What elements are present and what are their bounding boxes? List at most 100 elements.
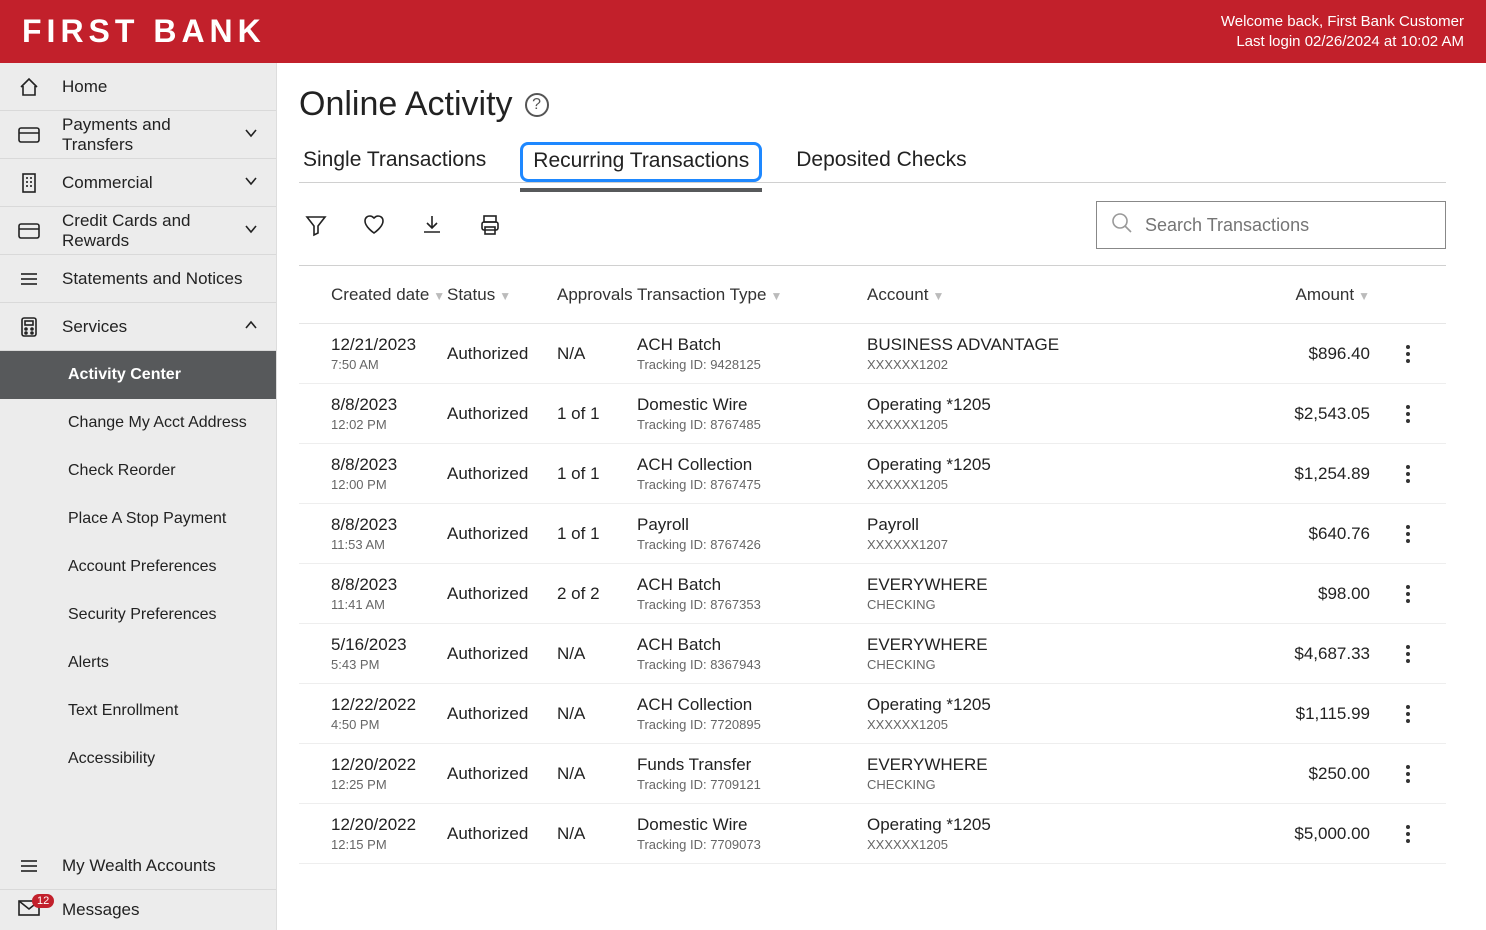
txn-account-sub: CHECKING: [867, 777, 1187, 792]
col-type[interactable]: Transaction Type▼: [637, 285, 867, 305]
txn-approvals: 2 of 2: [557, 584, 637, 604]
sidebar-sub-place-a-stop-payment[interactable]: Place A Stop Payment: [0, 495, 276, 543]
col-approvals[interactable]: Approvals: [557, 285, 637, 305]
search-box[interactable]: [1096, 201, 1446, 249]
txn-account: EVERYWHERE: [867, 575, 1187, 595]
txn-date: 12/22/2022: [331, 695, 447, 715]
sidebar-sub-account-preferences[interactable]: Account Preferences: [0, 543, 276, 591]
table-row[interactable]: 8/8/202312:00 PMAuthorized1 of 1ACH Coll…: [299, 444, 1446, 504]
table-row[interactable]: 12/22/20224:50 PMAuthorizedN/AACH Collec…: [299, 684, 1446, 744]
txn-date: 12/20/2022: [331, 755, 447, 775]
txn-account: Operating *1205: [867, 695, 1187, 715]
col-status[interactable]: Status▼: [447, 285, 557, 305]
txn-status: Authorized: [447, 704, 557, 724]
txn-approvals: 1 of 1: [557, 404, 637, 424]
txn-approvals: N/A: [557, 644, 637, 664]
table-row[interactable]: 8/8/202311:41 AMAuthorized2 of 2ACH Batc…: [299, 564, 1446, 624]
txn-account: Operating *1205: [867, 455, 1187, 475]
toolbar: [299, 201, 1446, 266]
sidebar-item-messages[interactable]: 12 Messages: [0, 890, 276, 930]
sidebar-sub-alerts[interactable]: Alerts: [0, 639, 276, 687]
txn-type: ACH Batch: [637, 335, 867, 355]
table-row[interactable]: 12/20/202212:15 PMAuthorizedN/ADomestic …: [299, 804, 1446, 864]
row-actions-icon[interactable]: [1378, 705, 1438, 723]
txn-approvals: N/A: [557, 344, 637, 364]
row-actions-icon[interactable]: [1378, 765, 1438, 783]
txn-date: 8/8/2023: [331, 395, 447, 415]
sidebar-sub-activity-center[interactable]: Activity Center: [0, 351, 276, 399]
sidebar-sub-text-enrollment[interactable]: Text Enrollment: [0, 687, 276, 735]
row-actions-icon[interactable]: [1378, 405, 1438, 423]
sidebar-sub-change-my-acct-address[interactable]: Change My Acct Address: [0, 399, 276, 447]
sidebar-item-home[interactable]: Home: [0, 63, 276, 111]
txn-account-sub: XXXXXX1205: [867, 417, 1187, 432]
txn-account-sub: XXXXXX1202: [867, 357, 1187, 372]
row-actions-icon[interactable]: [1378, 345, 1438, 363]
row-actions-icon[interactable]: [1378, 525, 1438, 543]
table-row[interactable]: 8/8/202312:02 PMAuthorized1 of 1Domestic…: [299, 384, 1446, 444]
col-account[interactable]: Account▼: [867, 285, 1187, 305]
txn-tracking: Tracking ID: 7709121: [637, 777, 867, 792]
txn-amount: $5,000.00: [1228, 824, 1378, 844]
txn-approvals: 1 of 1: [557, 464, 637, 484]
tabs: Single Transactions Recurring Transaction…: [299, 142, 1446, 183]
txn-time: 5:43 PM: [331, 657, 447, 672]
table-row[interactable]: 12/20/202212:25 PMAuthorizedN/AFunds Tra…: [299, 744, 1446, 804]
row-actions-icon[interactable]: [1378, 585, 1438, 603]
lines-icon: [18, 855, 40, 877]
chevron-down-icon: [244, 173, 258, 193]
main-content: Online Activity ? Single Transactions Rec…: [277, 63, 1486, 930]
table-row[interactable]: 8/8/202311:53 AMAuthorized1 of 1PayrollT…: [299, 504, 1446, 564]
txn-account-sub: XXXXXX1205: [867, 477, 1187, 492]
table-row[interactable]: 12/21/20237:50 AMAuthorizedN/AACH BatchT…: [299, 324, 1446, 384]
txn-status: Authorized: [447, 404, 557, 424]
txn-type: Payroll: [637, 515, 867, 535]
filter-icon[interactable]: [303, 212, 329, 238]
tab-recurring-transactions[interactable]: Recurring Transactions: [520, 142, 762, 182]
row-actions-icon[interactable]: [1378, 825, 1438, 843]
txn-amount: $1,254.89: [1228, 464, 1378, 484]
download-icon[interactable]: [419, 212, 445, 238]
tab-single-transactions[interactable]: Single Transactions: [299, 142, 490, 182]
sidebar-item-label: Commercial: [62, 173, 153, 193]
search-input[interactable]: [1145, 215, 1431, 236]
table-header: Created date▼ Status▼ Approvals Transact…: [299, 266, 1446, 324]
sidebar-item-payments-and-transfers[interactable]: Payments and Transfers: [0, 111, 276, 159]
heart-icon[interactable]: [361, 212, 387, 238]
txn-type: Domestic Wire: [637, 395, 867, 415]
sidebar-sub-security-preferences[interactable]: Security Preferences: [0, 591, 276, 639]
welcome-text: Welcome back, First Bank Customer: [1221, 12, 1464, 32]
txn-status: Authorized: [447, 644, 557, 664]
txn-account: EVERYWHERE: [867, 635, 1187, 655]
tab-deposited-checks[interactable]: Deposited Checks: [792, 142, 970, 182]
page-title-text: Online Activity: [299, 85, 513, 124]
sidebar-sub-check-reorder[interactable]: Check Reorder: [0, 447, 276, 495]
col-created-date[interactable]: Created date▼: [307, 285, 447, 305]
sidebar-item-services[interactable]: Services: [0, 303, 276, 351]
txn-amount: $4,687.33: [1228, 644, 1378, 664]
sidebar-item-label: My Wealth Accounts: [62, 856, 216, 876]
sidebar: Home Payments and Transfers Commercial Cred…: [0, 63, 277, 930]
row-actions-icon[interactable]: [1378, 645, 1438, 663]
sidebar-item-label: Home: [62, 77, 107, 97]
sidebar-item-statements-and-notices[interactable]: Statements and Notices: [0, 255, 276, 303]
sidebar-item-label: Statements and Notices: [62, 269, 242, 289]
messages-badge: 12: [32, 894, 54, 908]
txn-time: 12:00 PM: [331, 477, 447, 492]
help-icon[interactable]: ?: [525, 93, 549, 117]
txn-date: 8/8/2023: [331, 575, 447, 595]
sidebar-item-commercial[interactable]: Commercial: [0, 159, 276, 207]
print-icon[interactable]: [477, 212, 503, 238]
txn-time: 12:25 PM: [331, 777, 447, 792]
txn-type: ACH Batch: [637, 575, 867, 595]
col-amount[interactable]: Amount▼: [1228, 285, 1378, 305]
table-row[interactable]: 5/16/20235:43 PMAuthorizedN/AACH BatchTr…: [299, 624, 1446, 684]
sidebar-item-credit-cards-and-rewards[interactable]: Credit Cards and Rewards: [0, 207, 276, 255]
txn-time: 4:50 PM: [331, 717, 447, 732]
sidebar-item-wealth[interactable]: My Wealth Accounts: [0, 842, 276, 890]
txn-amount: $98.00: [1228, 584, 1378, 604]
txn-type: Funds Transfer: [637, 755, 867, 775]
txn-status: Authorized: [447, 764, 557, 784]
row-actions-icon[interactable]: [1378, 465, 1438, 483]
sidebar-sub-accessibility[interactable]: Accessibility: [0, 735, 276, 783]
